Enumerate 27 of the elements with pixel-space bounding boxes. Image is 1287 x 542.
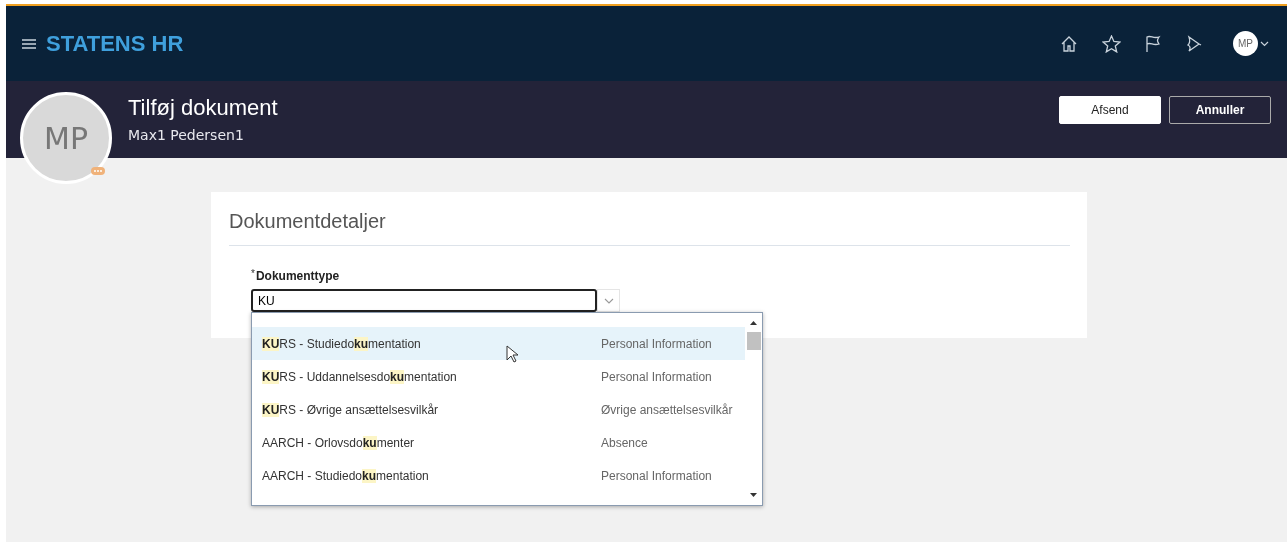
cancel-button[interactable]: Annuller (1169, 96, 1271, 124)
input-field[interactable]: KU (251, 289, 597, 312)
flag-icon[interactable] (1145, 34, 1161, 53)
star-icon[interactable] (1102, 34, 1121, 53)
cursor-icon (506, 345, 518, 363)
required-mark: * (251, 268, 255, 279)
menu-icon[interactable] (22, 37, 36, 50)
bell-icon[interactable] (1185, 34, 1203, 53)
field-label: Dokumenttype (255, 269, 340, 283)
user-menu-button[interactable]: MP (1233, 31, 1258, 56)
home-icon[interactable] (1060, 34, 1078, 53)
page-title: Tilføj dokument (128, 95, 278, 121)
dropdown-option[interactable]: KURS - Studiedokumentation Personal Information (252, 327, 745, 360)
avatar: MP (20, 92, 112, 184)
chevron-down-icon[interactable] (1260, 40, 1269, 47)
dropdown-option[interactable]: AARCH - Studiedokumentation Personal Information (252, 459, 745, 492)
scroll-down-icon[interactable] (750, 493, 757, 497)
scrollbar-thumb[interactable] (746, 332, 761, 350)
submit-button[interactable]: Afsend (1059, 96, 1161, 124)
chevron-down-icon (603, 297, 614, 304)
dropdown-option[interactable]: AARCH - Orlovsdokumenter Absence (252, 426, 745, 459)
person-name: Max1 Pedersen1 (128, 127, 245, 143)
app-logo[interactable]: STATENS HR (46, 30, 184, 57)
scroll-up-icon[interactable] (750, 321, 757, 325)
dropdown-option[interactable]: KURS - Uddannelsesdokumentation Personal Information (252, 360, 745, 393)
section-title: Dokumentdetaljer (229, 210, 387, 233)
dropdown-option[interactable]: KURS - Øvrige ansættelsesvilkår Øvrige ansættelsesvilkår (252, 393, 745, 426)
